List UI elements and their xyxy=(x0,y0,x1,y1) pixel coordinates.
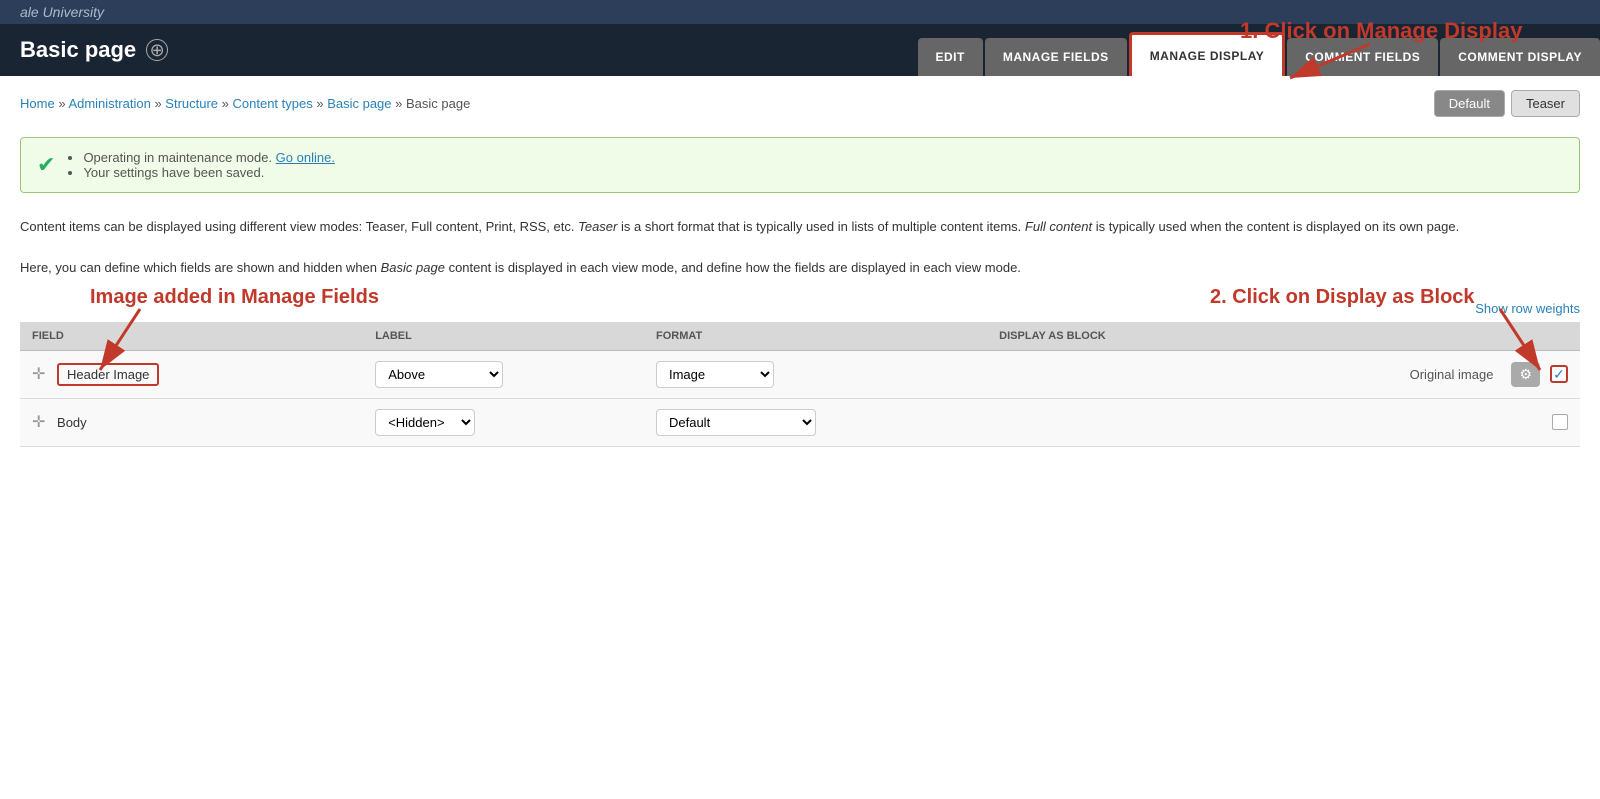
display-cell-body xyxy=(987,398,1580,446)
format-select-header-image[interactable]: Image URL to image Default xyxy=(656,361,774,388)
tab-manage-fields[interactable]: MANAGE FIELDS xyxy=(985,38,1127,76)
show-row-weights-link[interactable]: Show row weights xyxy=(0,295,1600,322)
page-title: Basic page xyxy=(20,37,136,63)
display-cell-header-image: Original image ⚙ ✓ xyxy=(987,350,1580,398)
university-bar: ale University xyxy=(0,0,1600,24)
drag-handle-header-image[interactable]: ✛ xyxy=(32,366,45,383)
tab-comment-fields[interactable]: COMMENT FIELDS xyxy=(1287,38,1438,76)
view-mode-buttons: Default Teaser xyxy=(1434,90,1580,117)
field-cell-body: ✛ Body xyxy=(20,398,363,446)
breadcrumb-content-types[interactable]: Content types xyxy=(233,96,313,111)
breadcrumb-home[interactable]: Home xyxy=(20,96,55,111)
col-label-header: LABEL xyxy=(363,322,644,351)
field-name-body: Body xyxy=(57,415,87,430)
original-image-text: Original image xyxy=(1410,367,1494,382)
notice-item-saved: Your settings have been saved. xyxy=(83,165,335,180)
breadcrumb-basic-page[interactable]: Basic page xyxy=(327,96,391,111)
go-online-link[interactable]: Go online. xyxy=(276,150,335,165)
breadcrumb-administration[interactable]: Administration xyxy=(68,96,150,111)
top-bar: Basic page ⊕ EDIT MANAGE FIELDS MANAGE D… xyxy=(0,24,1600,76)
notice-box: ✔ Operating in maintenance mode. Go onli… xyxy=(20,137,1580,193)
table-header-row: FIELD LABEL FORMAT DISPLAY AS BLOCK xyxy=(20,322,1580,351)
default-view-button[interactable]: Default xyxy=(1434,90,1505,117)
table-row: ✛ Body <Hidden> Above Inline Default xyxy=(20,398,1580,446)
format-cell-header-image: Image URL to image Default xyxy=(644,350,987,398)
format-select-body[interactable]: Default Trimmed Summary or trimmed xyxy=(656,409,816,436)
check-icon: ✔ xyxy=(37,152,55,178)
field-cell-header-image: ✛ Header Image xyxy=(20,350,363,398)
col-display-header: DISPLAY AS BLOCK xyxy=(987,322,1580,351)
display-block-checkbox-header-image[interactable]: ✓ xyxy=(1550,365,1568,383)
description-para2: Here, you can define which fields are sh… xyxy=(0,244,1600,285)
teaser-view-button[interactable]: Teaser xyxy=(1511,90,1580,117)
col-field-header: FIELD xyxy=(20,322,363,351)
add-button[interactable]: ⊕ xyxy=(146,39,168,61)
table-row: ✛ Header Image Above Inline Hidden Visua… xyxy=(20,350,1580,398)
checkmark-icon: ✓ xyxy=(1553,366,1565,383)
gear-button-header-image[interactable]: ⚙ xyxy=(1511,362,1540,387)
label-cell-body: <Hidden> Above Inline xyxy=(363,398,644,446)
notice-text: Operating in maintenance mode. Go online… xyxy=(67,150,335,180)
label-select-header-image[interactable]: Above Inline Hidden Visually Hidden xyxy=(375,361,503,388)
breadcrumb-current: Basic page xyxy=(406,96,470,111)
tab-edit[interactable]: EDIT xyxy=(918,38,983,76)
tab-comment-display[interactable]: COMMENT DISPLAY xyxy=(1440,38,1600,76)
field-name-header-image: Header Image xyxy=(57,363,159,386)
format-cell-body: Default Trimmed Summary or trimmed xyxy=(644,398,987,446)
university-text: ale University xyxy=(20,4,104,20)
fields-table: FIELD LABEL FORMAT DISPLAY AS BLOCK ✛ He… xyxy=(20,322,1580,447)
col-format-header: FORMAT xyxy=(644,322,987,351)
breadcrumb-row: Home » Administration » Structure » Cont… xyxy=(0,76,1600,127)
breadcrumb: Home » Administration » Structure » Cont… xyxy=(20,96,470,111)
description-para1: Content items can be displayed using dif… xyxy=(0,203,1600,244)
label-cell-header-image: Above Inline Hidden Visually Hidden xyxy=(363,350,644,398)
tab-manage-display[interactable]: MANAGE DISPLAY xyxy=(1129,32,1286,76)
display-block-checkbox-body[interactable] xyxy=(1552,414,1568,430)
label-select-body[interactable]: <Hidden> Above Inline xyxy=(375,409,475,436)
notice-item-maintenance: Operating in maintenance mode. Go online… xyxy=(83,150,335,165)
drag-handle-body[interactable]: ✛ xyxy=(32,414,45,431)
tab-navigation: EDIT MANAGE FIELDS MANAGE DISPLAY COMMEN… xyxy=(916,24,1600,76)
breadcrumb-structure[interactable]: Structure xyxy=(165,96,218,111)
